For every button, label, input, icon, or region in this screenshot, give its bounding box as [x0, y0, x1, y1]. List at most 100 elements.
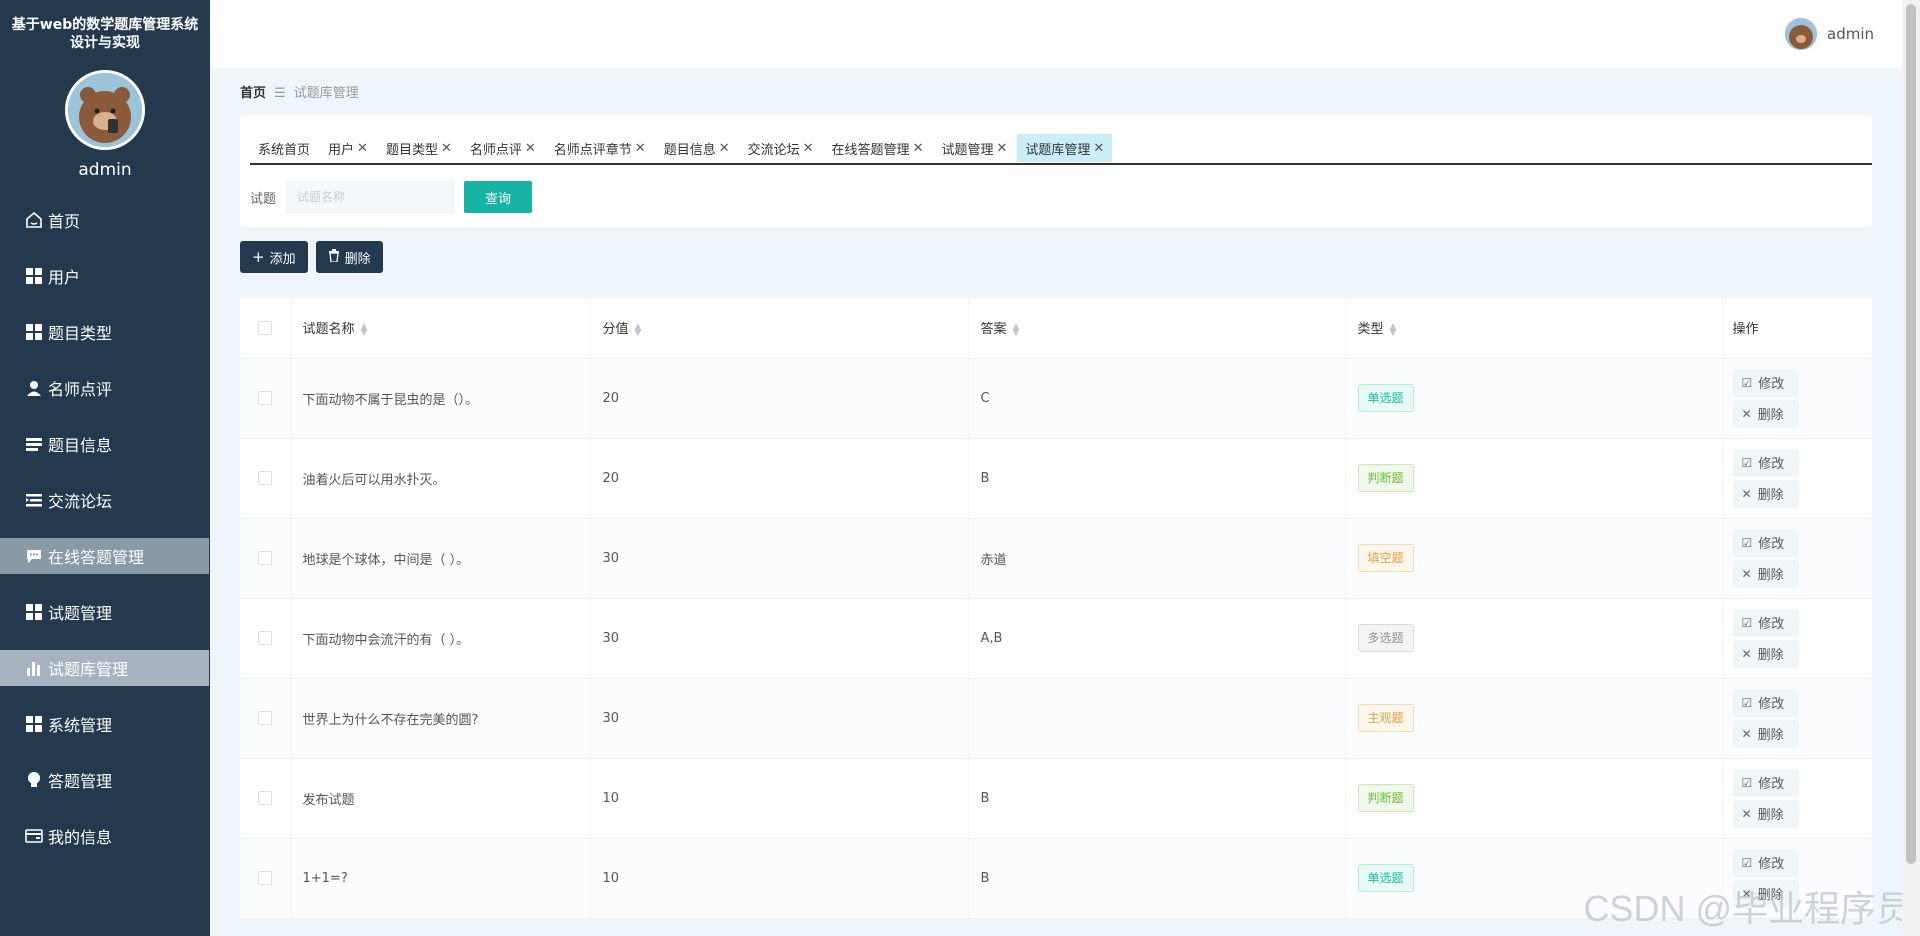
tab-4[interactable]: 名师点评章节 ✕: [546, 134, 654, 162]
sidebar-item-question-info[interactable]: 题目信息: [0, 426, 210, 462]
row-delete-button[interactable]: ✕ 删除: [1732, 719, 1799, 748]
table-row: 下面动物中会流汗的有（ ）。 30 A,B 多选题 ☑ 修改 ✕ 删除: [240, 598, 1872, 679]
row-checkbox[interactable]: [257, 711, 272, 725]
tab-9[interactable]: 试题库管理 ✕: [1017, 134, 1113, 162]
edit-icon: ☑: [1741, 855, 1753, 870]
edit-icon: ☑: [1741, 535, 1753, 550]
row-checkbox[interactable]: [257, 871, 272, 885]
tab-7[interactable]: 在线答题管理 ✕: [824, 134, 932, 162]
edit-button[interactable]: ☑ 修改: [1732, 448, 1799, 477]
edit-button[interactable]: ☑ 修改: [1732, 848, 1799, 877]
cell-answer: B: [968, 758, 1346, 839]
tab-0[interactable]: 系统首页: [250, 134, 318, 162]
edit-button[interactable]: ☑ 修改: [1732, 688, 1799, 717]
tab-8[interactable]: 试题管理 ✕: [933, 134, 1015, 162]
tab-2[interactable]: 题目类型 ✕: [378, 134, 460, 162]
action-bar: + 添加 删除: [240, 241, 391, 273]
sidebar-item-users[interactable]: 用户: [0, 258, 210, 294]
scrollbar-thumb[interactable]: [1906, 4, 1916, 864]
tab-close-icon[interactable]: ✕: [719, 141, 730, 156]
sidebar-item-home[interactable]: 首页: [0, 202, 210, 238]
column-header-score[interactable]: 分值 ▲ ▼: [590, 298, 969, 359]
cell-score: 30: [590, 598, 969, 679]
edit-button[interactable]: ☑ 修改: [1732, 528, 1799, 557]
edit-button-label: 修改: [1758, 457, 1785, 472]
row-checkbox[interactable]: [257, 471, 272, 485]
sidebar-item-question-type[interactable]: 题目类型: [0, 314, 210, 350]
edit-button[interactable]: ☑ 修改: [1732, 768, 1799, 797]
edit-button-label: 修改: [1758, 697, 1785, 712]
row-delete-button[interactable]: ✕ 删除: [1732, 399, 1799, 428]
tab-6[interactable]: 交流论坛 ✕: [740, 134, 822, 162]
tab-close-icon[interactable]: ✕: [357, 141, 368, 156]
sidebar-item-teacher-review[interactable]: 名师点评: [0, 370, 210, 406]
tab-label: 系统首页: [258, 142, 311, 158]
row-checkbox[interactable]: [257, 791, 272, 805]
watermark: CSDN @毕业程序员: [1583, 888, 1912, 929]
cell-name: 1+1=?: [290, 838, 591, 919]
page-scrollbar[interactable]: [1902, 0, 1920, 936]
row-delete-button[interactable]: ✕ 删除: [1732, 479, 1799, 508]
tab-close-icon[interactable]: ✕: [635, 141, 646, 156]
sort-icon[interactable]: ▲ ▼: [1013, 322, 1020, 337]
tab-close-icon[interactable]: ✕: [996, 141, 1007, 156]
cell-operation: ☑ 修改 ✕ 删除: [1722, 678, 1872, 759]
tab-1[interactable]: 用户 ✕: [320, 134, 376, 162]
tab-close-icon[interactable]: ✕: [803, 141, 814, 156]
row-select-cell: [240, 358, 291, 439]
tab-close-icon[interactable]: ✕: [441, 141, 452, 156]
row-delete-button[interactable]: ✕ 删除: [1732, 639, 1799, 668]
sidebar-item-answer-manage[interactable]: 答题管理: [0, 762, 210, 798]
tab-label: 名师点评: [469, 142, 522, 158]
search-input[interactable]: [286, 181, 455, 213]
cell-score: 20: [590, 438, 969, 519]
sidebar-item-label: 首页: [48, 212, 81, 231]
grid-icon: [24, 714, 44, 734]
query-button[interactable]: 查询: [464, 181, 533, 213]
breadcrumb-home[interactable]: 首页: [240, 86, 266, 101]
table-row: 发布试题 10 B 判断题 ☑ 修改 ✕ 删除: [240, 758, 1872, 839]
sidebar-item-forum[interactable]: 交流论坛: [0, 482, 210, 518]
close-icon: ✕: [1741, 726, 1752, 741]
tab-3[interactable]: 名师点评 ✕: [462, 134, 544, 162]
system-title: 基于web的数学题库管理系统设计与实现: [11, 17, 199, 51]
sidebar-item-system-manage[interactable]: 系统管理: [0, 706, 210, 742]
column-header-name[interactable]: 试题名称 ▲ ▼: [290, 298, 591, 359]
tab-5[interactable]: 题目信息 ✕: [656, 134, 738, 162]
column-header-operation: 操作: [1722, 298, 1872, 359]
row-checkbox[interactable]: [257, 551, 272, 565]
sidebar-item-label: 交流论坛: [48, 492, 113, 511]
row-checkbox[interactable]: [257, 391, 272, 405]
column-header-answer[interactable]: 答案 ▲ ▼: [968, 298, 1346, 359]
edit-button[interactable]: ☑ 修改: [1732, 608, 1799, 637]
sidebar-item-my-info[interactable]: 我的信息: [0, 818, 210, 854]
sidebar-user-name: admin: [78, 160, 132, 180]
sort-icon[interactable]: ▲ ▼: [1390, 322, 1397, 337]
add-button[interactable]: + 添加: [240, 241, 308, 273]
tab-close-icon[interactable]: ✕: [525, 141, 536, 156]
row-delete-button[interactable]: ✕ 删除: [1732, 799, 1799, 828]
select-all-checkbox[interactable]: [257, 320, 272, 335]
row-delete-button-label: 删除: [1757, 488, 1784, 503]
edit-button-label: 修改: [1758, 777, 1785, 792]
sort-icon[interactable]: ▲ ▼: [361, 322, 368, 337]
sort-icon[interactable]: ▲ ▼: [635, 322, 642, 337]
sidebar-item-online-answer[interactable]: 在线答题管理: [0, 538, 209, 574]
delete-button[interactable]: 删除: [315, 241, 383, 273]
tab-close-icon[interactable]: ✕: [913, 141, 924, 156]
tab-label: 交流论坛: [747, 142, 800, 158]
user-menu[interactable]: admin: [1785, 18, 1874, 50]
cell-name: 油着火后可以用水扑灭。: [290, 438, 591, 519]
trash-icon: [328, 248, 340, 266]
cell-score: 30: [590, 518, 969, 599]
column-header-type[interactable]: 类型 ▲ ▼: [1345, 298, 1723, 359]
cell-operation: ☑ 修改 ✕ 删除: [1722, 518, 1872, 599]
edit-button[interactable]: ☑ 修改: [1732, 368, 1799, 397]
sidebar-item-exam-manage[interactable]: 试题管理: [0, 594, 210, 630]
edit-icon: ☑: [1741, 775, 1753, 790]
row-checkbox[interactable]: [257, 631, 272, 645]
table-row: 油着火后可以用水扑灭。 20 B 判断题 ☑ 修改 ✕ 删除: [240, 438, 1872, 519]
tab-close-icon[interactable]: ✕: [1093, 141, 1104, 156]
row-delete-button[interactable]: ✕ 删除: [1732, 559, 1799, 588]
sidebar-item-question-bank[interactable]: 试题库管理: [0, 650, 209, 686]
